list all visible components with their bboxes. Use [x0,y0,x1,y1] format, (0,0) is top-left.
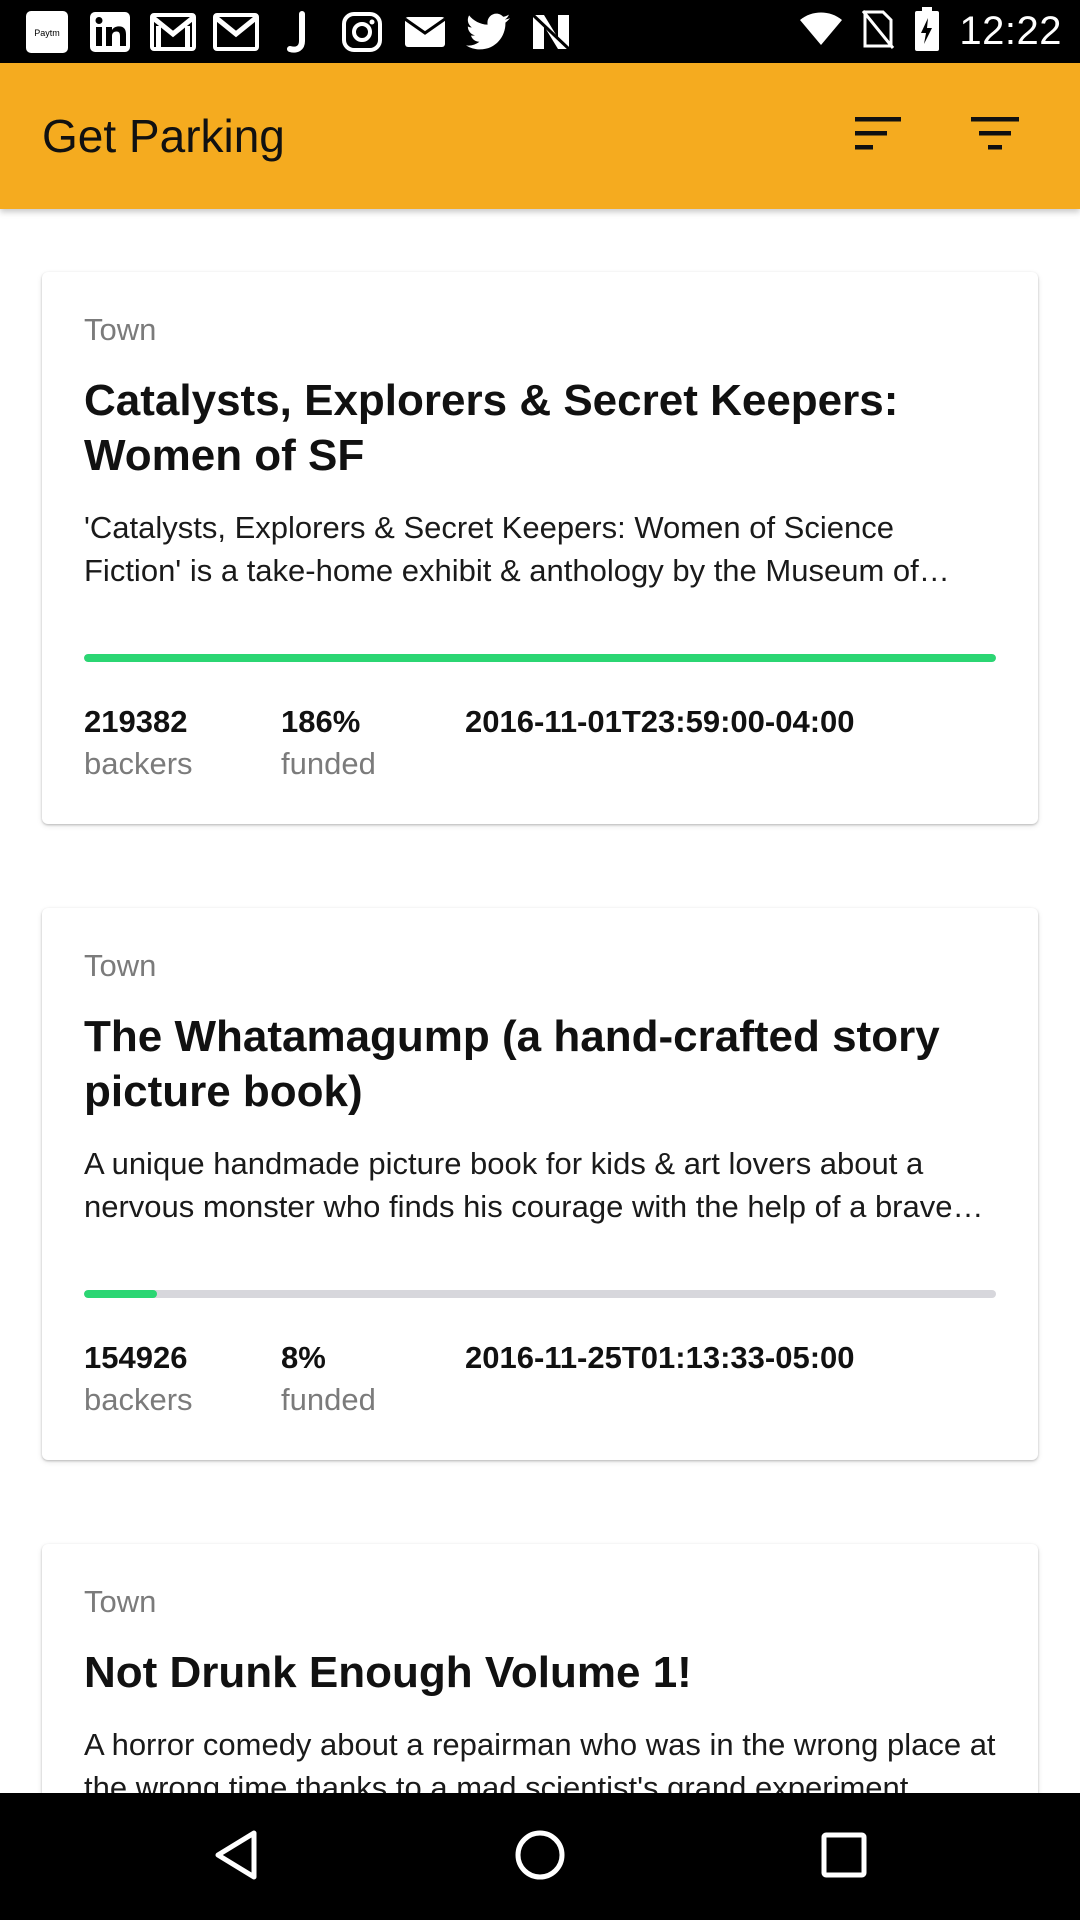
system-status: 12:22 [799,0,1062,63]
instagram-icon [339,9,385,55]
project-category: Town [84,948,157,983]
funding-progress-fill [84,654,996,662]
project-category: Town [84,312,157,347]
linkedin-icon [87,9,133,55]
funded-label: funded [281,746,376,781]
back-icon [210,1827,262,1888]
backers-stat: 219382 backers [84,702,193,784]
deadline-stat: 2016-11-25T01:13:33-05:00 [465,1338,855,1378]
funded-label: funded [281,1382,376,1417]
paytm-icon: Paytm [24,9,70,55]
navigation-bar [0,1793,1080,1920]
filter-icon [969,114,1021,157]
app-title: Get Parking [42,110,285,162]
project-blurb: 'Catalysts, Explorers & Secret Keepers: … [84,510,919,588]
funded-stat: 186% funded [281,702,376,784]
project-stats: 154926 backers 8% funded 2016-11-25T01:1… [84,1338,996,1428]
home-icon [513,1828,567,1887]
gmail-icon [213,9,259,55]
project-list[interactable]: Town Catalysts, Explorers & Secret Keepe… [0,209,1080,1793]
project-category: Town [84,1584,157,1619]
twitter-icon [465,9,511,55]
project-card[interactable]: Town Catalysts, Explorers & Secret Keepe… [42,272,1038,824]
status-bar: Paytm 12:22 [0,0,1080,63]
n-icon [528,9,574,55]
sort-button[interactable] [847,103,911,167]
battery-icon [913,6,941,57]
project-card[interactable]: Town Not Drunk Enough Volume 1! A horror… [42,1544,1038,1793]
email-icon [402,9,448,55]
recents-button[interactable] [800,1813,888,1901]
backers-label: backers [84,746,193,781]
project-card[interactable]: Town The Whatamagump (a hand-crafted sto… [42,908,1038,1460]
funded-percent: 186% [281,704,361,739]
funded-stat: 8% funded [281,1338,376,1420]
funding-progress-bar [84,1290,996,1298]
clock: 12:22 [959,9,1062,53]
project-title: The Whatamagump (a hand-crafted story pi… [84,1012,940,1116]
paytm-label: Paytm [34,28,60,38]
project-title: Catalysts, Explorers & Secret Keepers: W… [84,376,899,480]
project-stats: 219382 backers 186% funded 2016-11-01T23… [84,702,996,792]
project-blurb: A horror comedy about a repairman who wa… [84,1727,996,1793]
gmail-icon [150,9,196,55]
project-title: Not Drunk Enough Volume 1! [84,1648,692,1697]
deadline-value: 2016-11-25T01:13:33-05:00 [465,1340,855,1375]
notification-icons: Paytm [24,9,574,55]
filter-button[interactable] [963,103,1027,167]
no-sim-icon [861,8,895,55]
funding-progress-fill [84,1290,157,1298]
funding-progress-bar [84,654,996,662]
backers-label: backers [84,1382,193,1417]
backers-count: 154926 [84,1340,188,1375]
project-blurb: A unique handmade picture book for kids … [84,1146,953,1224]
back-button[interactable] [192,1813,280,1901]
sort-icon [853,114,905,157]
deadline-stat: 2016-11-01T23:59:00-04:00 [465,702,855,742]
app-bar: Get Parking [0,63,1080,209]
backers-stat: 154926 backers [84,1338,193,1420]
deadline-value: 2016-11-01T23:59:00-04:00 [465,704,855,739]
wifi-icon [799,12,843,51]
backers-count: 219382 [84,704,188,739]
funded-percent: 8% [281,1340,326,1375]
recents-icon [820,1831,868,1884]
j-icon [276,9,322,55]
home-button[interactable] [496,1813,584,1901]
